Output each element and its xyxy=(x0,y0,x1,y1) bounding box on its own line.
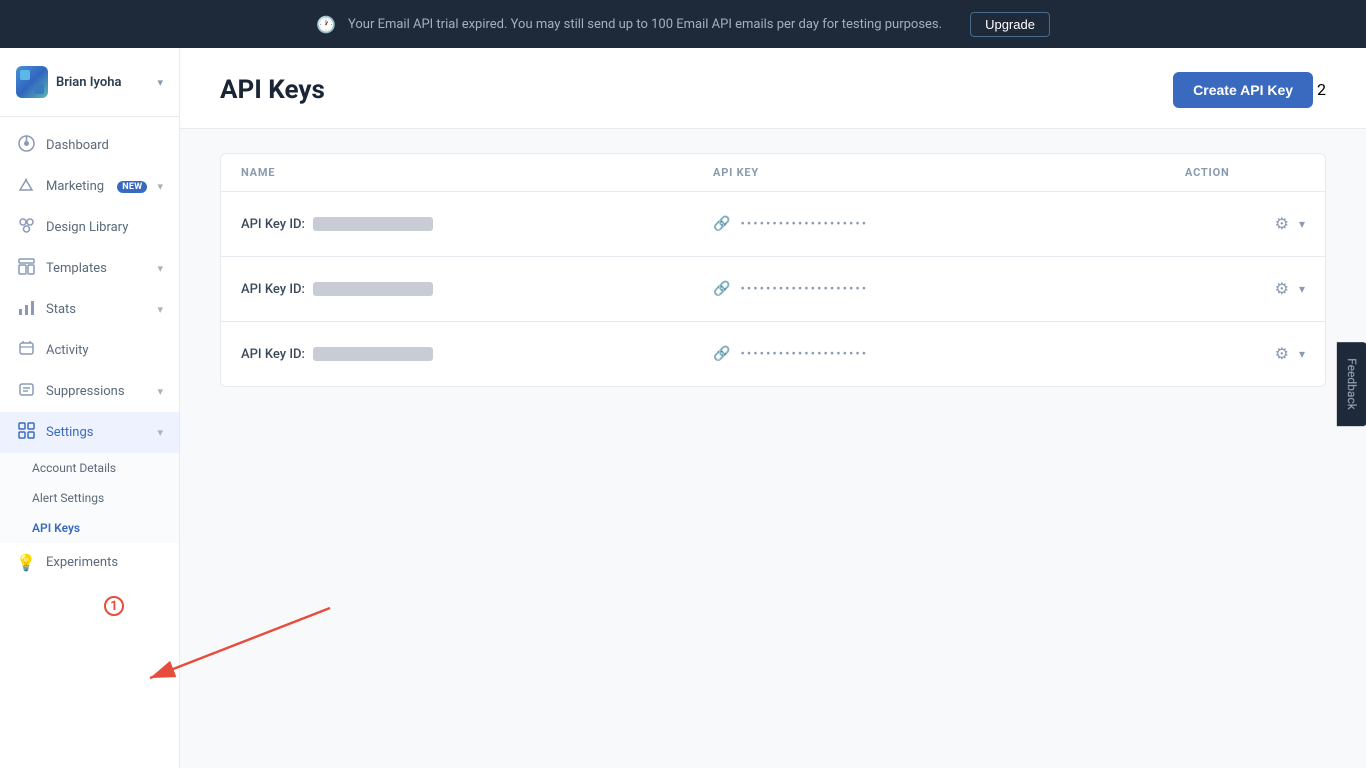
action-cell-1: ⚙ ▾ xyxy=(1185,210,1305,238)
marketing-chevron-icon: ▾ xyxy=(157,180,163,193)
sidebar: Brian Iyoha ▾ Dashboard xyxy=(0,48,180,768)
sidebar-subitem-alert-settings[interactable]: Alert Settings xyxy=(0,483,179,513)
sidebar-item-suppressions[interactable]: Suppressions ▾ xyxy=(0,371,179,412)
bulb-icon: 💡 xyxy=(16,553,36,572)
dashboard-icon xyxy=(16,135,36,156)
name-cell-1: API Key ID: xyxy=(241,217,713,232)
sidebar-item-dashboard[interactable]: Dashboard xyxy=(0,125,179,166)
sidebar-item-stats[interactable]: Stats ▾ xyxy=(0,289,179,330)
upgrade-button[interactable]: Upgrade xyxy=(970,12,1050,37)
expand-button-2[interactable]: ▾ xyxy=(1299,282,1305,296)
api-key-cell-1: 🔗 •••••••••••••••••••• xyxy=(713,216,1185,232)
suppressions-chevron-icon: ▾ xyxy=(157,385,163,398)
api-key-id-label-2: API Key ID: xyxy=(241,282,305,297)
marketing-label: Marketing xyxy=(46,179,107,194)
page-title: API Keys xyxy=(220,75,325,105)
settings-label: Settings xyxy=(46,425,147,440)
settings-gear-button-1[interactable]: ⚙ xyxy=(1271,210,1293,238)
app-logo xyxy=(16,66,48,98)
banner-message: Your Email API trial expired. You may st… xyxy=(348,17,942,32)
notification-badge: 2 xyxy=(1317,80,1326,99)
settings-gear-button-2[interactable]: ⚙ xyxy=(1271,275,1293,303)
table-row: API Key ID: 🔗 •••••••••••••••••••• ⚙ ▾ xyxy=(221,257,1325,322)
suppressions-label: Suppressions xyxy=(46,384,147,399)
main-layout: Brian Iyoha ▾ Dashboard xyxy=(0,48,1366,768)
sidebar-item-experiments[interactable]: 💡 Experiments xyxy=(0,543,179,582)
api-key-cell-3: 🔗 •••••••••••••••••••• xyxy=(713,346,1185,362)
sidebar-item-design-library[interactable]: Design Library xyxy=(0,207,179,248)
sidebar-item-settings[interactable]: Settings ▾ xyxy=(0,412,179,453)
action-cell-3: ⚙ ▾ xyxy=(1185,340,1305,368)
key-icon-3: 🔗 xyxy=(713,346,732,362)
table-row: API Key ID: 🔗 •••••••••••••••••••• ⚙ ▾ xyxy=(221,322,1325,386)
user-menu[interactable]: Brian Iyoha ▾ xyxy=(0,48,179,117)
sidebar-navigation: Dashboard Marketing NEW ▾ xyxy=(0,117,179,768)
marketing-icon xyxy=(16,176,36,197)
feedback-tab[interactable]: Feedback xyxy=(1337,342,1366,426)
api-key-cell-2: 🔗 •••••••••••••••••••• xyxy=(713,281,1185,297)
api-key-id-value-1 xyxy=(313,217,433,231)
header-action: ACTION xyxy=(1185,166,1305,179)
api-keys-table: NAME API KEY ACTION API Key ID: 🔗 ••••••… xyxy=(220,153,1326,387)
sidebar-item-activity[interactable]: Activity xyxy=(0,330,179,371)
clock-icon: 🕐 xyxy=(316,15,336,34)
templates-chevron-icon: ▾ xyxy=(157,262,163,275)
api-key-id-value-3 xyxy=(313,347,433,361)
suppressions-icon xyxy=(16,381,36,402)
stats-label: Stats xyxy=(46,302,147,317)
activity-label: Activity xyxy=(46,343,163,358)
content-area: API Keys Create API Key 2 NAME API KEY A… xyxy=(180,48,1366,768)
settings-chevron-icon: ▾ xyxy=(157,426,163,439)
sidebar-subitem-account-details[interactable]: Account Details xyxy=(0,453,179,483)
key-icon-2: 🔗 xyxy=(713,281,732,297)
page-header: API Keys Create API Key 2 xyxy=(180,48,1366,129)
name-cell-2: API Key ID: xyxy=(241,282,713,297)
annotation-badge-1: 1 xyxy=(104,596,124,616)
table-header: NAME API KEY ACTION xyxy=(221,154,1325,192)
settings-submenu: Account Details Alert Settings API Keys xyxy=(0,453,179,543)
action-cell-2: ⚙ ▾ xyxy=(1185,275,1305,303)
table-row: API Key ID: 🔗 •••••••••••••••••••• ⚙ ▾ xyxy=(221,192,1325,257)
api-key-id-label-1: API Key ID: xyxy=(241,217,305,232)
create-api-key-button[interactable]: Create API Key xyxy=(1173,72,1313,108)
name-cell-3: API Key ID: xyxy=(241,347,713,362)
key-icon-1: 🔗 xyxy=(713,216,732,232)
stats-chevron-icon: ▾ xyxy=(157,303,163,316)
api-keys-table-container: NAME API KEY ACTION API Key ID: 🔗 ••••••… xyxy=(180,129,1366,768)
header-api-key: API KEY xyxy=(713,166,1185,179)
experiments-label: Experiments xyxy=(46,555,163,570)
user-chevron-icon: ▾ xyxy=(157,76,163,89)
settings-gear-button-3[interactable]: ⚙ xyxy=(1271,340,1293,368)
design-library-label: Design Library xyxy=(46,220,163,235)
dashboard-label: Dashboard xyxy=(46,138,163,153)
api-key-dots-2: •••••••••••••••••••• xyxy=(740,282,868,297)
api-key-dots-3: •••••••••••••••••••• xyxy=(740,347,868,362)
sidebar-item-marketing[interactable]: Marketing NEW ▾ xyxy=(0,166,179,207)
settings-icon xyxy=(16,422,36,443)
activity-icon xyxy=(16,340,36,361)
templates-label: Templates xyxy=(46,261,147,276)
expand-button-1[interactable]: ▾ xyxy=(1299,217,1305,231)
header-name: NAME xyxy=(241,166,713,179)
api-key-id-value-2 xyxy=(313,282,433,296)
design-library-icon xyxy=(16,217,36,238)
marketing-badge: NEW xyxy=(117,181,147,193)
user-name: Brian Iyoha xyxy=(56,75,149,90)
trial-banner: 🕐 Your Email API trial expired. You may … xyxy=(0,0,1366,48)
create-button-wrapper: Create API Key 2 xyxy=(1173,72,1326,108)
expand-button-3[interactable]: ▾ xyxy=(1299,347,1305,361)
templates-icon xyxy=(16,258,36,279)
api-key-dots-1: •••••••••••••••••••• xyxy=(740,217,868,232)
api-key-id-label-3: API Key ID: xyxy=(241,347,305,362)
stats-icon xyxy=(16,299,36,320)
sidebar-item-templates[interactable]: Templates ▾ xyxy=(0,248,179,289)
sidebar-subitem-api-keys[interactable]: API Keys xyxy=(0,513,179,543)
